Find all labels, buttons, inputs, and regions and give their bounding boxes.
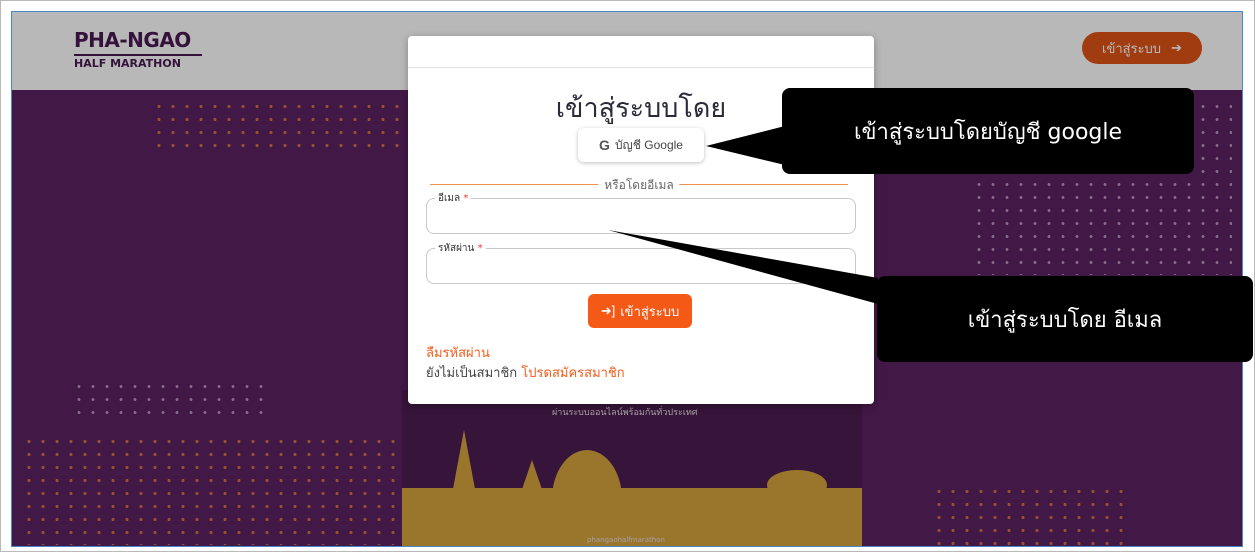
google-callout: เข้าสู่ระบบโดยบัญชี google <box>782 88 1194 174</box>
google-callout-pointer <box>706 126 785 165</box>
email-callout: เข้าสู่ระบบโดย อีเมล <box>877 276 1253 362</box>
email-callout-pointer <box>608 230 878 304</box>
email-callout-text: เข้าสู่ระบบโดย อีเมล <box>967 307 1163 333</box>
google-callout-text: เข้าสู่ระบบโดยบัญชี google <box>853 119 1123 145</box>
